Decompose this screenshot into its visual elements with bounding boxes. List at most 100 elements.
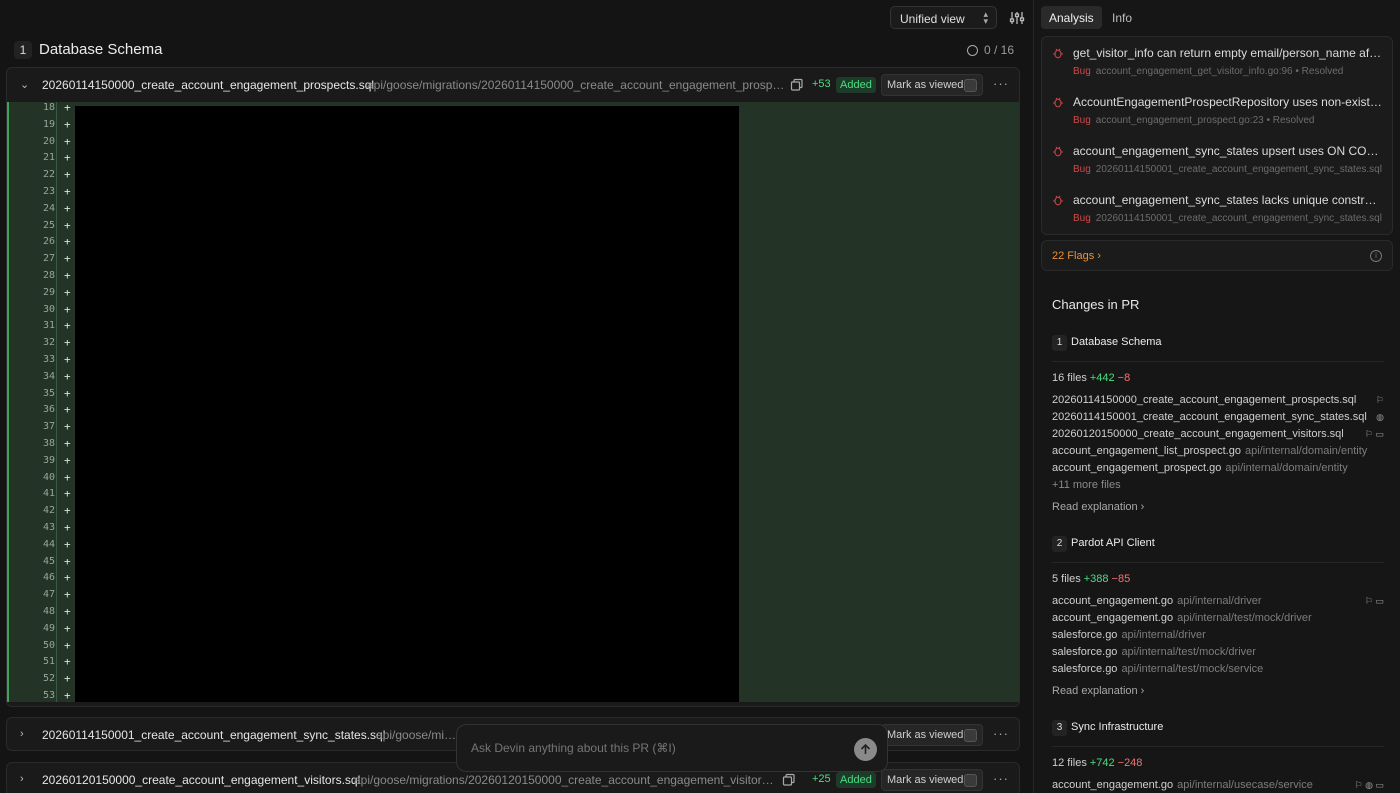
- group-stats: 16 files +442 −8: [1052, 372, 1130, 384]
- read-explanation-link[interactable]: Read explanation ›: [1052, 685, 1144, 697]
- flag-item[interactable]: AccountEngagementProspectRepository uses…: [1042, 94, 1392, 142]
- line-number: 26: [42, 236, 55, 248]
- mark-as-viewed-button[interactable]: Mark as viewed: [881, 74, 983, 96]
- flag-item[interactable]: account_engagement_sync_states lacks uni…: [1042, 192, 1392, 234]
- added-line-marker: +: [64, 117, 71, 131]
- line-number: 47: [42, 589, 55, 601]
- more-options-icon[interactable]: ···: [993, 76, 1009, 91]
- line-number: 27: [42, 253, 55, 265]
- viewed-checkbox[interactable]: [964, 79, 977, 92]
- section-number: 1: [14, 41, 32, 59]
- flag-tag: Bug: [1073, 115, 1091, 126]
- change-file-row[interactable]: salesforce.go api/internal/driver: [1052, 629, 1384, 646]
- flag-meta: Bug 20260114150001_create_account_engagem…: [1073, 164, 1383, 175]
- bug-icon: [1053, 146, 1063, 157]
- change-file-row[interactable]: account_engagement_list_prospect.go api/i…: [1052, 445, 1384, 462]
- ask-devin-input[interactable]: [471, 741, 841, 755]
- group-title: Database Schema: [1071, 336, 1162, 348]
- line-number: 45: [42, 555, 55, 567]
- viewed-checkbox[interactable]: [964, 774, 977, 787]
- added-line-marker: +: [64, 504, 71, 518]
- send-button[interactable]: [854, 738, 877, 761]
- flag-item[interactable]: get_visitor_info can return empty email/…: [1042, 45, 1392, 93]
- more-options-icon[interactable]: ···: [993, 771, 1009, 786]
- view-mode-select[interactable]: Unified view ▴ ▾: [890, 6, 997, 29]
- line-number: 24: [42, 202, 55, 214]
- chevron-right-icon[interactable]: ›: [20, 773, 24, 785]
- analysis-panel: Analysis Info get_visitor_info can retur…: [1033, 0, 1400, 793]
- line-number: 42: [42, 505, 55, 517]
- added-line-marker: +: [64, 672, 71, 686]
- line-number: 29: [42, 286, 55, 298]
- change-file-row[interactable]: account_engagement.go api/internal/driver…: [1052, 595, 1384, 612]
- change-file-name: account_engagement.go: [1052, 779, 1174, 791]
- file-header[interactable]: ⌄ 20260114150000_create_account_engageme…: [7, 68, 1019, 102]
- bug-icon: [1053, 48, 1063, 59]
- line-number: 50: [42, 639, 55, 651]
- read-explanation-link[interactable]: Read explanation ›: [1052, 501, 1144, 513]
- flag-comment-icons: ⚐ ▭: [1361, 429, 1384, 440]
- ask-devin-box: [456, 724, 888, 772]
- flag-comment-icons: ⚐ ▭: [1361, 596, 1384, 607]
- change-file-row[interactable]: account_engagement.go api/internal/test/m…: [1052, 612, 1384, 629]
- change-file-name: salesforce.go: [1052, 663, 1118, 675]
- added-line-marker: +: [64, 487, 71, 501]
- info-icon[interactable]: i: [1370, 250, 1382, 262]
- tab-info[interactable]: Info: [1104, 6, 1140, 29]
- copy-icon[interactable]: [790, 78, 804, 92]
- line-number: 41: [42, 488, 55, 500]
- copy-icon[interactable]: [782, 773, 796, 787]
- sliders-icon[interactable]: [1009, 10, 1025, 26]
- change-file-row[interactable]: salesforce.go api/internal/test/mock/serv…: [1052, 663, 1384, 680]
- change-file-path: api/internal/domain/entity: [1244, 445, 1368, 457]
- line-number: 32: [42, 337, 55, 349]
- flag-globe-comment-icons: ⚐ ◍ ▭: [1351, 780, 1384, 791]
- chevron-down-icon[interactable]: ⌄: [20, 78, 29, 91]
- viewed-progress: 0 / 16: [966, 43, 1014, 57]
- added-line-marker: +: [64, 168, 71, 182]
- change-file-name: salesforce.go: [1052, 646, 1118, 658]
- line-number: 30: [42, 303, 55, 315]
- file-card: ⌄ 20260114150000_create_account_engageme…: [6, 67, 1020, 707]
- added-line-marker: +: [64, 403, 71, 417]
- line-number: 35: [42, 387, 55, 399]
- added-line-marker: +: [64, 689, 71, 702]
- file-path: api/goose/migrations/20260114150001_crea…: [376, 728, 460, 742]
- added-line-marker: +: [64, 369, 71, 383]
- change-file-row[interactable]: 20260114150001_create_account_engagement…: [1052, 411, 1384, 428]
- change-file-row[interactable]: salesforce.go api/internal/test/mock/driv…: [1052, 646, 1384, 663]
- added-line-marker: +: [64, 101, 71, 114]
- added-line-marker: +: [64, 201, 71, 215]
- group-header[interactable]: 3 Sync Infrastructure: [1052, 720, 1384, 747]
- file-name: 20260114150001_create_account_engagement…: [42, 728, 386, 742]
- change-file-row[interactable]: account_engagement_prospect.go api/intern…: [1052, 462, 1384, 479]
- updown-chevron-icon: ▴ ▾: [983, 9, 988, 26]
- added-line-marker: +: [64, 353, 71, 366]
- change-file-row[interactable]: account_engagement.go api/internal/usecas…: [1052, 779, 1384, 793]
- gutter-divider: [56, 102, 57, 702]
- diff-panel: Unified view ▴ ▾ 1 Database Schema 0 / 16…: [0, 0, 1032, 793]
- flag-tag: Bug: [1073, 66, 1091, 77]
- tab-analysis[interactable]: Analysis: [1041, 6, 1102, 29]
- mark-as-viewed-button[interactable]: Mark as viewed: [881, 769, 983, 791]
- progress-circle-icon: [966, 45, 978, 56]
- change-file-row[interactable]: 20260120150000_create_account_engagement…: [1052, 428, 1384, 445]
- flag-item[interactable]: account_engagement_sync_states upsert us…: [1042, 143, 1392, 191]
- group-title: Pardot API Client: [1071, 537, 1155, 549]
- chevron-right-icon[interactable]: ›: [20, 728, 24, 740]
- flag-title: account_engagement_sync_states lacks uni…: [1073, 193, 1383, 207]
- deletions-count: −248: [1117, 757, 1143, 769]
- flags-list: get_visitor_info can return empty email/…: [1041, 36, 1393, 235]
- change-file-row[interactable]: 20260114150000_create_account_engagement…: [1052, 394, 1384, 411]
- more-files-link[interactable]: +11 more files: [1052, 479, 1121, 491]
- mark-as-viewed-button[interactable]: Mark as viewed: [881, 724, 983, 746]
- flag-meta: Bug account_engagement_prospect.go:23 • R…: [1073, 115, 1383, 126]
- change-file-name: account_engagement_list_prospect.go: [1052, 445, 1241, 457]
- flags-count-bar[interactable]: 22 Flags › i: [1041, 240, 1393, 271]
- group-header[interactable]: 2 Pardot API Client: [1052, 536, 1384, 563]
- line-number: 33: [42, 354, 55, 365]
- added-line-marker: +: [64, 302, 71, 316]
- group-header[interactable]: 1 Database Schema: [1052, 335, 1384, 362]
- more-options-icon[interactable]: ···: [993, 726, 1009, 741]
- viewed-checkbox[interactable]: [964, 729, 977, 742]
